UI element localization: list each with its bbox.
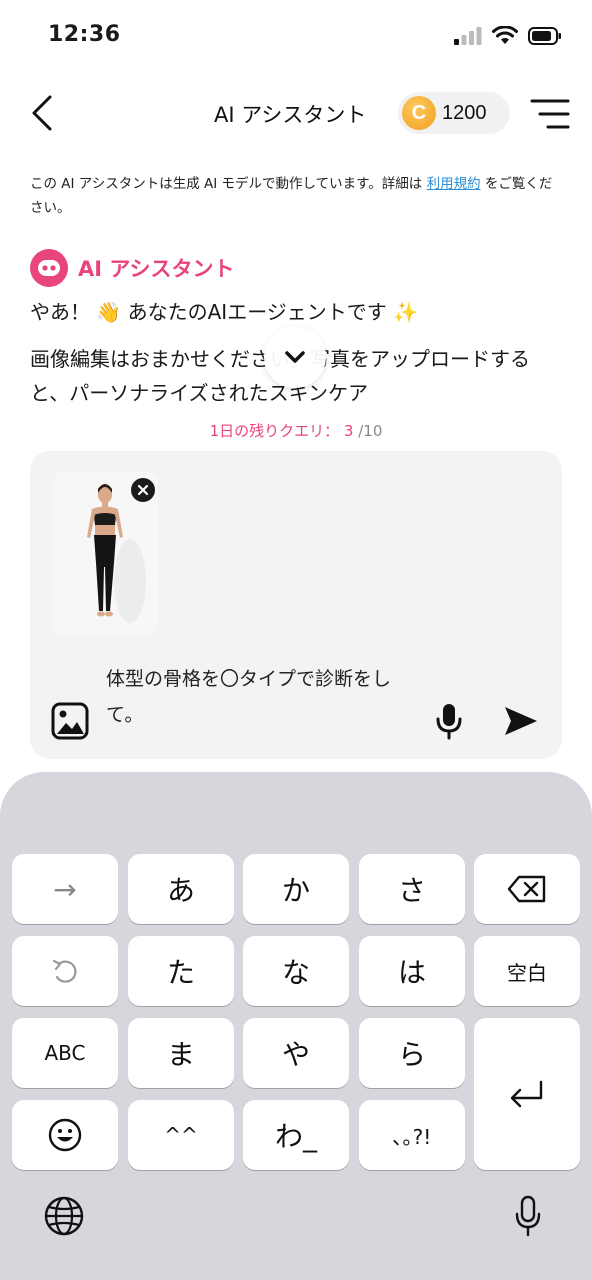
key-undo[interactable] (12, 936, 118, 1006)
key-ya[interactable]: や (243, 1018, 349, 1088)
terms-link[interactable]: 利用規約 (427, 176, 481, 192)
status-time: 12:36 (48, 22, 121, 47)
coin-count: 1200 (442, 101, 487, 124)
key-ha[interactable]: は (359, 936, 465, 1006)
return-icon (510, 1080, 543, 1108)
app-header: AI アシスタント C 1200 (0, 80, 592, 146)
query-limit-label: 1日の残りクエリ： (209, 422, 340, 440)
send-button[interactable] (502, 703, 540, 739)
menu-icon (530, 99, 570, 129)
key-wa[interactable]: わ_ (243, 1100, 349, 1170)
status-bar: 12:36 (0, 0, 592, 76)
key-emoji[interactable] (12, 1100, 118, 1170)
disclaimer-text: この AI アシスタントは生成 AI モデルで動作しています。詳細は (30, 176, 427, 192)
message-input[interactable]: 体型の骨格を〇タイプで診断をして。 (106, 661, 406, 733)
message-composer: 体型の骨格を〇タイプで診断をして。 (30, 451, 562, 759)
globe-button[interactable] (40, 1192, 88, 1240)
undo-icon (52, 959, 77, 983)
key-abc[interactable]: ABC (12, 1018, 118, 1088)
assistant-greeting: やあ！ 👋 あなたのAIエージェントです ✨ (30, 300, 419, 324)
image-icon (51, 702, 89, 740)
status-icons (454, 26, 562, 46)
coin-icon: C (402, 96, 436, 130)
battery-icon (528, 27, 561, 45)
key-ra[interactable]: ら (359, 1018, 465, 1088)
key-na[interactable]: な (243, 936, 349, 1006)
backspace-icon (507, 875, 546, 903)
dictation-button[interactable] (504, 1192, 552, 1240)
key-kaomoji[interactable]: ^^ (128, 1100, 234, 1170)
assistant-header: AI アシスタント (30, 248, 235, 288)
emoji-icon (48, 1118, 82, 1152)
back-button[interactable] (22, 90, 62, 136)
daily-query-limit: 1日の残りクエリ： 3 /10 (0, 420, 592, 441)
japanese-keyboard: → あ か さ た な は 空白 ABC ま や ら ^^ わ_ ､｡?! (0, 772, 592, 1280)
chevron-left-icon (32, 95, 52, 131)
key-arrow[interactable]: → (12, 854, 118, 924)
key-ma[interactable]: ま (128, 1018, 234, 1088)
cellular-signal-icon (454, 27, 482, 45)
remove-attachment-button[interactable] (131, 478, 155, 502)
globe-icon (44, 1196, 84, 1236)
key-return[interactable] (474, 1018, 580, 1170)
voice-input-button[interactable] (434, 701, 464, 741)
page-title: AI アシスタント (214, 103, 367, 127)
microphone-icon (436, 704, 462, 740)
query-remaining: 3 (343, 422, 354, 440)
key-punctuation[interactable]: ､｡?! (359, 1100, 465, 1170)
send-icon (505, 707, 537, 735)
key-backspace[interactable] (474, 854, 580, 924)
ai-disclaimer: この AI アシスタントは生成 AI モデルで動作しています。詳細は 利用規約 … (30, 172, 560, 220)
menu-button[interactable] (528, 96, 572, 132)
key-sa[interactable]: さ (359, 854, 465, 924)
robot-avatar-icon (30, 249, 68, 287)
assistant-name: AI アシスタント (78, 257, 235, 281)
key-ta[interactable]: た (128, 936, 234, 1006)
key-a[interactable]: あ (128, 854, 234, 924)
close-icon (137, 484, 149, 496)
wifi-icon (492, 26, 518, 44)
coin-balance-badge[interactable]: C 1200 (398, 92, 510, 134)
chevron-down-icon (285, 351, 305, 363)
gallery-button[interactable] (50, 701, 90, 741)
microphone-icon (515, 1195, 541, 1237)
key-space[interactable]: 空白 (474, 936, 580, 1006)
key-ka[interactable]: か (243, 854, 349, 924)
scroll-down-button[interactable] (264, 326, 326, 388)
query-total: /10 (358, 422, 383, 440)
